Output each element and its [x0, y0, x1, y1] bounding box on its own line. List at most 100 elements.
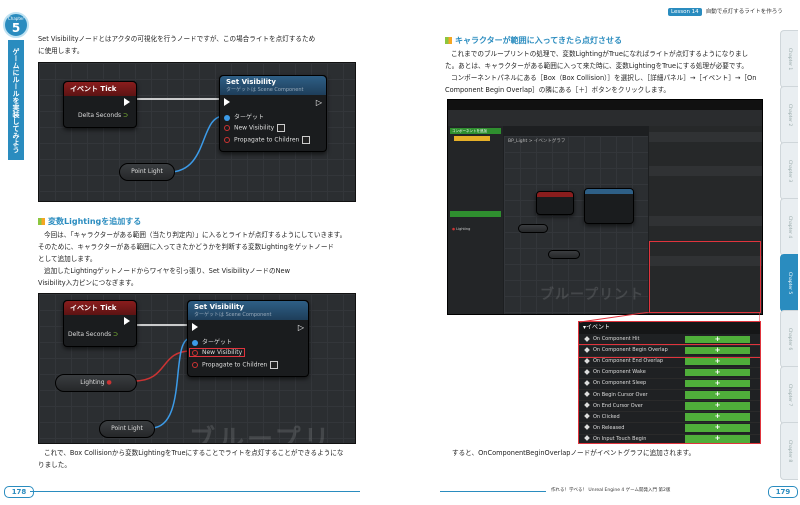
set-visibility-node-2[interactable]: Set Visibility ターゲットは Scene Component ▷ …: [187, 300, 309, 377]
lighting-variable-entry[interactable]: ● Lighting: [452, 227, 499, 231]
new-visibility-pin-2[interactable]: New Visibility: [188, 348, 246, 357]
add-component-button[interactable]: コンポーネントを追加: [450, 128, 501, 134]
event-row: On Begin Cursor Over +: [579, 390, 760, 402]
event-name: On Input Touch Begin: [593, 435, 647, 442]
exec-in-pin-2[interactable]: [192, 323, 198, 331]
target-pin[interactable]: ターゲット: [224, 112, 264, 121]
para1-line-1: 今回は、「キャラクターがある範囲（当たり判定内）」に入るとライトが点灯するように…: [44, 231, 347, 239]
propagate-pin-2[interactable]: Propagate to Children: [192, 361, 279, 369]
propagate-pin[interactable]: Propagate to Children: [224, 136, 311, 144]
blueprint-graph-2: イベント Tick Delta Seconds ⊃ Set Visibility…: [38, 293, 356, 444]
target-pin-2[interactable]: ターゲット: [192, 337, 232, 346]
delta-seconds-label-2: Delta Seconds: [68, 331, 112, 338]
section-heading-overlap: キャラクターが範囲に入ってきたら点灯させる: [445, 35, 622, 46]
intro-text: Set Visibilityノードとはアクタの可視化を行うノードですが、この場合…: [38, 33, 378, 57]
delta-seconds-pin[interactable]: Delta Seconds ⊃: [78, 112, 128, 119]
box-component-selected[interactable]: [454, 136, 490, 141]
add-event-button[interactable]: +: [685, 402, 750, 410]
event-row: On Input Touch Begin +: [579, 434, 760, 443]
add-event-button[interactable]: +: [685, 424, 750, 432]
chapter-tab-2[interactable]: Chapter 2: [780, 86, 798, 144]
event-row: On Clicked +: [579, 412, 760, 424]
event-tick-node[interactable]: イベント Tick Delta Seconds ⊃: [63, 81, 137, 128]
new-visibility-pin[interactable]: New Visibility: [224, 124, 286, 132]
delta-seconds-pin-2[interactable]: Delta Seconds ⊃: [68, 331, 118, 338]
exec-out-pin-2[interactable]: [124, 317, 130, 325]
chapter-number: 5: [11, 21, 21, 35]
chapter-tab-8[interactable]: Chapter 8: [780, 422, 798, 480]
ue-lighting-label: Lighting: [456, 227, 471, 231]
point-light-label-2: Point Light: [111, 425, 143, 432]
event-diamond-icon: [584, 368, 590, 375]
details-row-2: [649, 166, 762, 176]
outro-line-2: りました。: [38, 461, 71, 469]
add-event-button[interactable]: +: [685, 346, 750, 355]
set-visibility-node[interactable]: Set Visibility ターゲットは Scene Component ▷ …: [219, 75, 327, 152]
event-name: On Released: [593, 424, 625, 431]
add-event-button[interactable]: +: [685, 379, 750, 388]
para1-line-3: として追加します。: [38, 255, 97, 263]
event-name: On Component End Overlap: [593, 358, 664, 365]
event-diamond-icon: [584, 380, 590, 386]
add-event-button[interactable]: +: [685, 435, 750, 443]
ue-event-tick-node[interactable]: [536, 191, 574, 215]
event-diamond-icon: [584, 424, 590, 431]
lighting-label: Lighting: [80, 379, 105, 386]
point-light-get-node[interactable]: Point Light: [119, 163, 175, 181]
event-diamond-icon: [584, 346, 590, 353]
event-diamond-icon: [584, 357, 590, 364]
right-para: これまでのブループリントの処理で、変数LightingがTrueになればライトが…: [445, 48, 775, 96]
event-name: On End Cursor Over: [593, 402, 643, 409]
chapter-tab-1[interactable]: Chapter 1: [780, 30, 798, 88]
page-number-right: 179: [768, 486, 798, 498]
intro-line-1: Set Visibilityノードとはアクタの可視化を行うノードですが、この場合…: [38, 35, 316, 43]
exec-then-pin[interactable]: ▷: [316, 98, 322, 107]
para1-line-2: そのために、キャラクターがある範囲に入ってきたかどうかを判断する変数Lighti…: [38, 243, 335, 251]
ue-point-light-node[interactable]: [548, 250, 580, 259]
ue-toolbar: [448, 110, 762, 126]
exec-out-pin[interactable]: [124, 98, 130, 106]
event-diamond-icon: [584, 402, 590, 408]
event-name: On Component Wake: [593, 369, 646, 376]
add-event-button[interactable]: +: [685, 368, 750, 377]
section-title-text: 変数Lightingを追加する: [48, 217, 142, 226]
chapter-tab-5[interactable]: Chapter 5: [780, 254, 798, 312]
propagate-checkbox-2[interactable]: [270, 361, 279, 369]
propagate-checkbox[interactable]: [302, 136, 311, 144]
details-row-3: [649, 216, 762, 226]
ue-editor-screenshot: コンポーネントを追加 ● Lighting BP_Light > イベントグラフ…: [447, 99, 763, 315]
point-light-get-node-2[interactable]: Point Light: [99, 420, 155, 438]
chapter-tab-3[interactable]: Chapter 3: [780, 142, 798, 200]
exec-in-pin[interactable]: [224, 98, 230, 106]
footer-line-right: [440, 491, 546, 492]
point-light-label: Point Light: [131, 168, 163, 175]
propagate-label: Propagate to Children: [234, 136, 300, 144]
event-row: On Component End Overlap +: [579, 356, 760, 368]
chapter-tab-7[interactable]: Chapter 7: [780, 366, 798, 424]
event-name: On Component Sleep: [593, 380, 647, 387]
heading-square-icon-2: [445, 37, 452, 44]
ue-set-visibility-node[interactable]: [584, 188, 634, 224]
event-row: On End Cursor Over +: [579, 401, 760, 413]
event-tick-node-2[interactable]: イベント Tick Delta Seconds ⊃: [63, 300, 137, 347]
exec-then-pin-2[interactable]: ▷: [298, 323, 304, 332]
event-name: On Clicked: [593, 413, 620, 420]
para2-line-2: Visibility入力ピンにつなぎます。: [38, 279, 138, 287]
add-event-button[interactable]: +: [685, 357, 750, 366]
add-event-button[interactable]: +: [685, 413, 750, 421]
new-visibility-checkbox[interactable]: [277, 124, 286, 132]
set-visibility-subtitle-2: ターゲットは Scene Component: [194, 312, 272, 318]
event-name: On Component Hit: [593, 336, 640, 342]
ue-lighting-node[interactable]: [518, 224, 548, 233]
right-section-title: キャラクターが範囲に入ってきたら点灯させる: [455, 36, 623, 45]
event-diamond-icon: [584, 413, 590, 420]
details-row-1: [649, 132, 762, 142]
lighting-get-node[interactable]: Lighting ●: [55, 374, 137, 392]
add-event-button[interactable]: +: [685, 335, 750, 343]
chapter-tab-6[interactable]: Chapter 6: [780, 310, 798, 368]
ue-graph-tab: BP_Light > イベントグラフ: [508, 139, 566, 144]
add-event-button[interactable]: +: [685, 390, 750, 399]
chapter-tab-4[interactable]: Chapter 4: [780, 198, 798, 256]
event-diamond-icon: [584, 335, 590, 342]
add-variable-button[interactable]: [450, 211, 501, 217]
